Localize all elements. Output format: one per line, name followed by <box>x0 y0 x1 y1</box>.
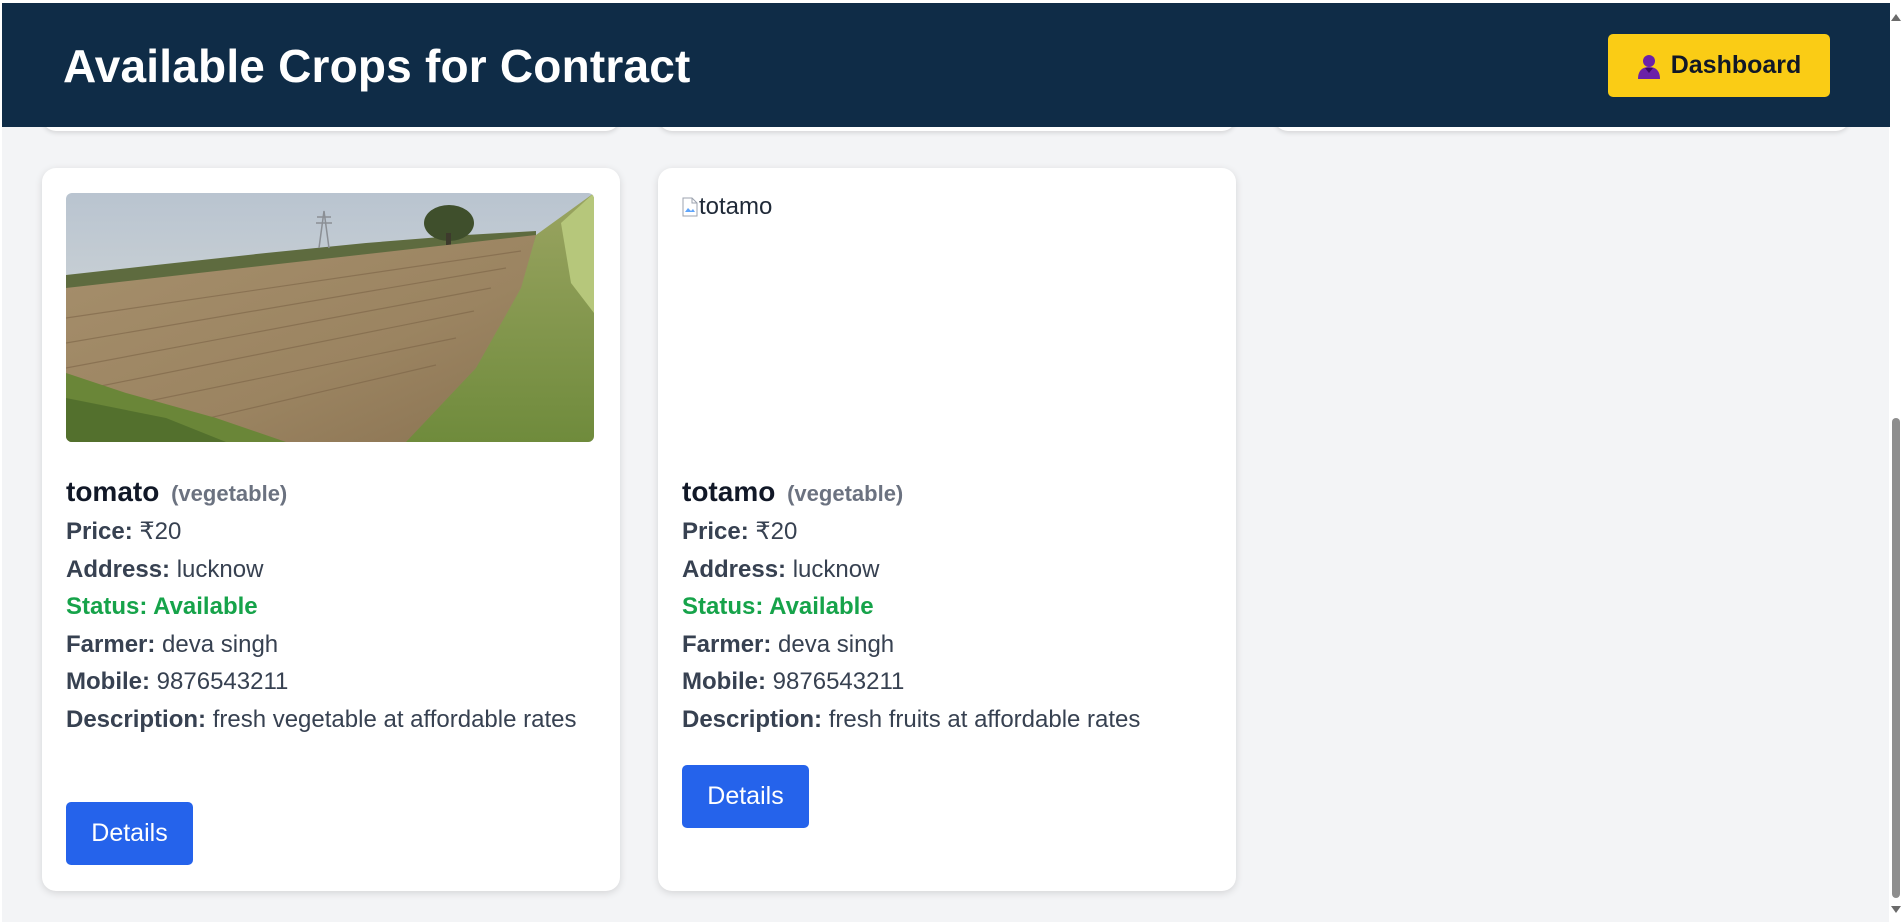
crop-title: totamo (vegetable) <box>682 473 1212 513</box>
crop-image-broken: totamo <box>682 193 1210 442</box>
description-value: fresh vegetable at affordable rates <box>212 705 577 733</box>
broken-image-icon <box>682 197 698 217</box>
user-icon <box>1637 53 1661 79</box>
details-button[interactable]: Details <box>682 765 809 828</box>
crop-type: (vegetable) <box>171 481 288 506</box>
address-field: Address: lucknow <box>66 551 596 589</box>
vertical-scrollbar[interactable] <box>1889 0 1901 924</box>
mobile-value: 9876543211 <box>772 668 905 695</box>
farmer-label: Farmer: <box>66 630 156 658</box>
status-label: Status: <box>66 593 148 620</box>
price-field: Price: ₹20 <box>66 513 596 551</box>
page-title: Available Crops for Contract <box>63 40 691 92</box>
mobile-label: Mobile: <box>66 668 150 695</box>
crop-card: totamo totamo (vegetable) Price: ₹20 Add… <box>658 168 1236 891</box>
page-viewport: Available Crops for Contract Dashboard t… <box>2 3 1890 922</box>
mobile-field: Mobile: 9876543211 <box>66 663 596 701</box>
crop-image <box>66 193 594 442</box>
crop-card: tomato (vegetable) Price: ₹20 Address: l… <box>42 168 620 891</box>
address-label: Address: <box>66 555 171 583</box>
scrollbar-thumb[interactable] <box>1892 418 1900 898</box>
description-field: Description: fresh vegetable at affordab… <box>66 701 596 739</box>
image-alt-text: totamo <box>699 193 773 220</box>
price-value: ₹20 <box>755 518 798 545</box>
crop-title: tomato (vegetable) <box>66 473 596 513</box>
description-value: fresh fruits at affordable rates <box>828 705 1141 733</box>
page-header: Available Crops for Contract Dashboard <box>2 3 1890 127</box>
farmer-field: Farmer: deva singh <box>682 626 1212 664</box>
crop-details: tomato (vegetable) Price: ₹20 Address: l… <box>66 473 596 738</box>
mobile-field: Mobile: 9876543211 <box>682 663 1212 701</box>
crop-details: totamo (vegetable) Price: ₹20 Address: l… <box>682 473 1212 738</box>
description-field: Description: fresh fruits at affordable … <box>682 701 1212 739</box>
price-label: Price: <box>66 518 133 545</box>
farmer-value: deva singh <box>162 630 279 658</box>
farmer-field: Farmer: deva singh <box>66 626 596 664</box>
address-value: lucknow <box>176 555 264 583</box>
crop-name: tomato <box>66 476 160 507</box>
status-field: Status: Available <box>682 588 1212 626</box>
mobile-value: 9876543211 <box>156 668 289 695</box>
status-label: Status: <box>682 593 764 620</box>
crop-name: totamo <box>682 476 776 507</box>
mobile-label: Mobile: <box>682 668 766 695</box>
price-label: Price: <box>682 518 749 545</box>
scroll-up-arrow-icon[interactable] <box>1891 14 1901 21</box>
status-field: Status: Available <box>66 588 596 626</box>
dashboard-label: Dashboard <box>1670 51 1802 79</box>
price-value: ₹20 <box>139 518 182 545</box>
status-value: Available <box>769 593 874 620</box>
description-label: Description: <box>682 705 823 733</box>
scroll-down-arrow-icon[interactable] <box>1891 906 1901 913</box>
address-field: Address: lucknow <box>682 551 1212 589</box>
dashboard-button[interactable]: Dashboard <box>1608 34 1830 97</box>
address-value: lucknow <box>792 555 880 583</box>
farmer-value: deva singh <box>778 630 895 658</box>
details-button[interactable]: Details <box>66 802 193 865</box>
price-field: Price: ₹20 <box>682 513 1212 551</box>
crop-type: (vegetable) <box>787 481 904 506</box>
status-value: Available <box>153 593 258 620</box>
description-label: Description: <box>66 705 207 733</box>
address-label: Address: <box>682 555 787 583</box>
farmer-label: Farmer: <box>682 630 772 658</box>
